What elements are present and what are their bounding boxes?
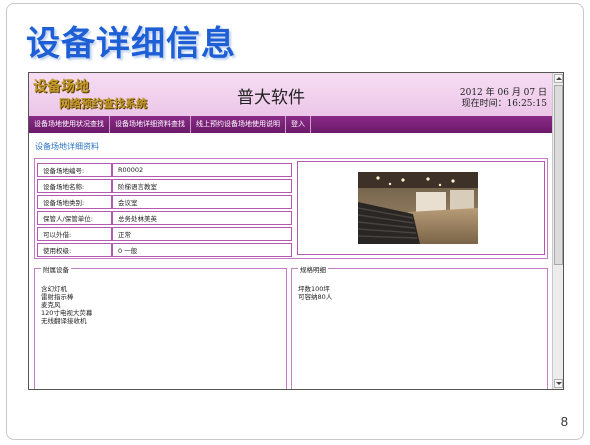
field-value: 会议室: [112, 195, 292, 209]
page-number: 8: [560, 414, 568, 429]
main-content: 设备场地详细资料 设备场地编号: R00002 设备场地名称: 阶梯语言教室 设…: [29, 133, 553, 389]
equipment-legend: 附属设备: [41, 264, 71, 274]
list-item: 120寸电视大荧幕: [41, 309, 93, 317]
field-label: 使用权级:: [37, 243, 112, 257]
field-label: 可以外借:: [37, 227, 112, 241]
nav-booking-guide[interactable]: 线上预约设备场地使用说明: [191, 116, 286, 133]
field-label: 设备场地编号:: [37, 163, 112, 177]
field-label: 设备场地名称:: [37, 179, 112, 193]
list-item: 雷射指示棒: [41, 293, 74, 301]
table-row: 保管人/保管单位: 总务处林美英: [37, 211, 292, 225]
header-banner: 设备场地 网络预约查找系统 普大软件 2012 年 06 月 07 日 现在时间…: [29, 73, 553, 116]
table-row: 设备场地名称: 阶梯语言教室: [37, 179, 292, 193]
spec-legend: 规格明细: [298, 264, 328, 274]
list-item: 无线翻译接收机: [41, 317, 87, 325]
list-item: 坪数100坪: [298, 285, 330, 293]
section-title: 设备场地详细资料: [35, 142, 99, 151]
spec-list: 坪数100坪 可容纳80人: [298, 285, 332, 301]
nav-bar: 设备场地使用状况查找 设备场地详细资料查找 线上预约设备场地使用说明 登入: [29, 116, 553, 133]
app-window: 设备场地 网络预约查找系统 普大软件 2012 年 06 月 07 日 现在时间…: [28, 72, 564, 390]
slide-title: 设备详细信息: [26, 24, 236, 64]
company-name: 普大软件: [237, 88, 305, 108]
current-time: 现在时间：16:25:15: [461, 99, 547, 109]
scroll-down-arrow-icon[interactable]: [554, 379, 563, 388]
field-value: 0 一般: [112, 243, 292, 257]
nav-login[interactable]: 登入: [286, 116, 311, 133]
field-label: 设备场地类别:: [37, 195, 112, 209]
list-item: 可容纳80人: [298, 293, 333, 301]
table-row: 设备场地类别: 会议室: [37, 195, 292, 209]
field-value: 总务处林美英: [112, 211, 292, 225]
field-value: R00002: [112, 163, 292, 177]
table-row: 设备场地编号: R00002: [37, 163, 292, 177]
detail-table: 设备场地编号: R00002 设备场地名称: 阶梯语言教室 设备场地类别: 会议…: [37, 161, 292, 259]
lecture-hall-photo: [358, 172, 478, 244]
scroll-thumb[interactable]: [554, 85, 563, 265]
vertical-scrollbar[interactable]: [552, 73, 563, 389]
spec-panel: 规格明细 坪数100坪 可容纳80人: [291, 264, 548, 389]
list-item: 麦克风: [41, 301, 61, 309]
photo-cell: [297, 161, 545, 255]
nav-usage-status[interactable]: 设备场地使用状况查找: [29, 116, 110, 133]
field-value: 正常: [112, 227, 292, 241]
scroll-up-arrow-icon[interactable]: [554, 74, 563, 83]
detail-panel: 设备场地编号: R00002 设备场地名称: 阶梯语言教室 设备场地类别: 会议…: [34, 158, 548, 259]
logo-subtitle: 网络预约查找系统: [59, 97, 147, 110]
field-value: 阶梯语言教室: [112, 179, 292, 193]
field-label: 保管人/保管单位:: [37, 211, 112, 225]
logo-title: 设备场地: [33, 79, 89, 95]
equipment-list: 含幻灯机 雷射指示棒 麦克风 120寸电视大荧幕 无线翻译接收机: [41, 285, 92, 325]
table-row: 使用权级: 0 一般: [37, 243, 292, 257]
table-row: 可以外借: 正常: [37, 227, 292, 241]
equipment-panel: 附属设备 含幻灯机 雷射指示棒 麦克风 120寸电视大荧幕 无线翻译接收机: [34, 264, 287, 389]
list-item: 含幻灯机: [41, 285, 67, 293]
nav-detail-search[interactable]: 设备场地详细资料查找: [110, 116, 191, 133]
